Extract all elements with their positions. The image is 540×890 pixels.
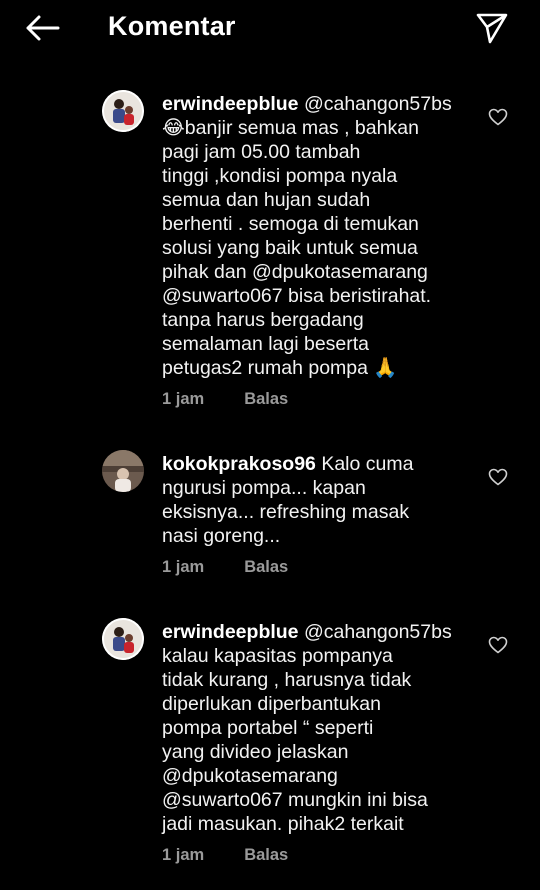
comment-username[interactable]: kokokprakoso96 bbox=[162, 453, 316, 475]
page-title: Komentar bbox=[108, 11, 236, 41]
comment-line: pompa portabel “ seperti bbox=[162, 717, 374, 739]
back-button[interactable] bbox=[22, 12, 62, 44]
comment-line: @suwarto067 mungkin ini bisa bbox=[162, 789, 428, 811]
heart-icon bbox=[488, 636, 508, 654]
avatar[interactable] bbox=[102, 450, 144, 492]
comment-line: tanpa harus bergadang bbox=[162, 309, 364, 331]
comment-line: solusi yang baik untuk semua bbox=[162, 237, 418, 259]
comment-line: pihak dan @dpukotasemarang bbox=[162, 261, 428, 283]
comment-line: @suwarto067 bisa beristirahat. bbox=[162, 285, 432, 307]
comment-line: jadi masukan. pihak2 terkait bbox=[162, 813, 404, 835]
avatar[interactable] bbox=[102, 90, 144, 132]
comment-line: pagi jam 05.00 tambah bbox=[162, 141, 361, 163]
comment-line: @cahangon57bs bbox=[298, 93, 452, 115]
comment-meta: 1 jam Balas bbox=[162, 558, 288, 577]
comment-meta: 1 jam Balas bbox=[162, 846, 288, 865]
comment-line: kalau kapasitas pompanya bbox=[162, 645, 393, 667]
like-button[interactable] bbox=[486, 466, 510, 488]
avatar[interactable] bbox=[102, 618, 144, 660]
comment-time: 1 jam bbox=[162, 390, 205, 408]
heart-icon bbox=[488, 468, 508, 486]
paper-plane-icon bbox=[476, 13, 508, 44]
comment-line: @cahangon57bs bbox=[298, 621, 452, 643]
comment-line: berhenti . semoga di temukan bbox=[162, 213, 419, 235]
comment-line: semua dan hujan sudah bbox=[162, 189, 371, 211]
comment-meta: 1 jam Balas bbox=[162, 390, 288, 409]
comment-line: tidak kurang , harusnya tidak bbox=[162, 669, 412, 691]
comment-line: @dpukotasemarang bbox=[162, 765, 338, 787]
comment-text: erwindeepblue @cahangon57bs kalau kapasi… bbox=[162, 620, 467, 836]
heart-icon bbox=[488, 108, 508, 126]
comment-line: ngurusi pompa... kapan bbox=[162, 477, 366, 499]
comment-text: erwindeepblue @cahangon57bs 😂banjir semu… bbox=[162, 92, 467, 380]
like-button[interactable] bbox=[486, 106, 510, 128]
comment-line: eksisnya... refreshing masak bbox=[162, 501, 410, 523]
reply-button[interactable]: Balas bbox=[244, 558, 288, 577]
like-button[interactable] bbox=[486, 634, 510, 656]
comment-username[interactable]: erwindeepblue bbox=[162, 621, 299, 643]
comment-line: diperlukan diperbantukan bbox=[162, 693, 381, 715]
comment-time: 1 jam bbox=[162, 846, 205, 864]
reply-button[interactable]: Balas bbox=[244, 846, 288, 865]
comment-line: Kalo cuma bbox=[315, 453, 414, 475]
back-arrow-icon bbox=[26, 15, 60, 41]
top-bar: Komentar bbox=[0, 0, 540, 56]
comment-line: yang divideo jelaskan bbox=[162, 741, 349, 763]
reply-button[interactable]: Balas bbox=[244, 390, 288, 409]
share-button[interactable] bbox=[472, 10, 512, 46]
comment-line: semalaman lagi beserta bbox=[162, 333, 370, 355]
comment-line: 😂banjir semua mas , bahkan bbox=[162, 117, 419, 139]
comment-line: petugas2 rumah pompa 🙏 bbox=[162, 357, 398, 379]
comment-line: tinggi ,kondisi pompa nyala bbox=[162, 165, 398, 187]
comment-line: nasi goreng... bbox=[162, 525, 281, 547]
comment-text: kokokprakoso96 Kalo cuma ngurusi pompa..… bbox=[162, 452, 467, 548]
comment-username[interactable]: erwindeepblue bbox=[162, 93, 299, 115]
comment-time: 1 jam bbox=[162, 558, 205, 576]
